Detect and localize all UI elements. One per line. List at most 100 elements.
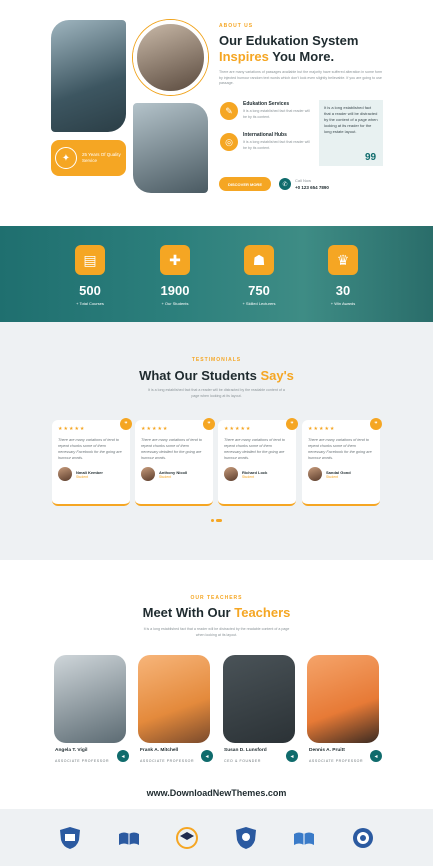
about-title-highlight: Inspires [219, 49, 269, 64]
quote-icon: ❞ [370, 418, 382, 430]
about-image-group-study [133, 20, 208, 95]
student-name: Richard Lock [242, 469, 268, 475]
discover-more-button[interactable]: DISCOVER MORE [219, 177, 271, 191]
teachers-tag: OUR TEACHERS [190, 595, 243, 601]
teacher-card[interactable] [305, 655, 381, 753]
teacher-name: Dennis A. Pruitt [309, 748, 345, 753]
graduation-icon: ✦ [55, 147, 77, 169]
quote-icon: ❞ [120, 418, 132, 430]
stat-lecturers: ☗ 750 + Skilled Lecturers [229, 245, 289, 306]
testimonials-tag: TESTIMONIALS [191, 357, 242, 363]
student-role: Student [76, 474, 89, 479]
book-icon: ✎ [220, 102, 238, 120]
about-title: Our Edukation System Inspires You More. [219, 33, 409, 65]
rating-stars: ★★★★★ [224, 426, 252, 432]
about-title-line2: Inspires You More. [219, 49, 409, 65]
quote-icon: ❞ [203, 418, 215, 430]
teacher-role: ASSOCIATE PROFESSOR [55, 759, 110, 763]
teacher-role: ASSOCIATE PROFESSOR [309, 759, 364, 763]
book-logo-icon [117, 826, 141, 850]
rating-stars: ★★★★★ [308, 426, 336, 432]
phone-icon[interactable]: ✆ [279, 178, 291, 190]
seal-logo-icon [351, 826, 375, 850]
testimonial-text: There are many variations of tend to rep… [58, 438, 122, 460]
share-icon[interactable]: ◂ [117, 750, 129, 762]
testimonial-card: ★★★★★ ❞ There are many variations of ten… [52, 418, 132, 506]
testimonials-subtitle: It is a long established fact that a rea… [148, 388, 285, 398]
stat-number: 1900 [160, 283, 190, 298]
share-icon[interactable]: ◂ [370, 750, 382, 762]
avatar [58, 467, 72, 481]
about-title-line1: Our Edukation System [219, 33, 359, 48]
student-name: Nmali Kember [76, 469, 103, 475]
testimonial-text: There are many variations of tend to rep… [141, 438, 202, 460]
lecturers-icon: ☗ [244, 245, 274, 275]
student-name: Sandal Gond [326, 469, 351, 475]
shield-logo-icon [58, 826, 82, 850]
call-label: Call Now [295, 178, 312, 183]
testimonial-card: ★★★★★ ❞ There are many variations of ten… [302, 418, 382, 506]
stat-courses: ▤ 500 + Total Courses [60, 245, 120, 306]
teacher-role: CEO & FOUNDER [224, 759, 261, 763]
testimonial-text: There are many variations of tend to rep… [224, 438, 285, 460]
about-image-students-laptop [133, 103, 208, 193]
teachers-subtitle: It is a long established fact that a rea… [143, 627, 290, 637]
experience-text: 25 Years Of Quality Service [82, 152, 121, 163]
graduation-logo-icon [175, 826, 199, 850]
student-role: Student [159, 474, 172, 479]
testimonials-title-text: What Our Students [139, 368, 261, 383]
stat-label: + Our Students [161, 301, 189, 306]
feature-title-2: International Hubs [243, 132, 287, 138]
testimonial-text: There are many variations of tend to rep… [308, 438, 372, 460]
quote-icon: ❞ [286, 418, 298, 430]
stat-awards: ♛ 30 + Win Awards [313, 245, 373, 306]
about-title-rest: You More. [268, 49, 335, 64]
teacher-card[interactable] [221, 655, 297, 753]
teacher-name: Susan D. Lunsford [224, 748, 267, 753]
stat-number: 750 [248, 283, 270, 298]
avatar [308, 467, 322, 481]
teacher-photo [54, 655, 126, 743]
stat-students: ✚ 1900 + Our Students [145, 245, 205, 306]
testimonial-card: ★★★★★ ❞ There are many variations of ten… [135, 418, 215, 506]
stat-label: + Win Awards [330, 301, 356, 306]
teacher-card[interactable] [136, 655, 212, 753]
stat-number: 500 [79, 283, 101, 298]
stat-label: + Total Courses [76, 301, 104, 306]
avatar [141, 467, 155, 481]
teacher-name: Frank A. Mitchell [140, 748, 179, 753]
globe-icon: ◎ [220, 133, 238, 151]
phone-number[interactable]: +0 123 654 7890 [295, 185, 329, 190]
book-logo-icon [292, 826, 316, 850]
share-icon[interactable]: ◂ [286, 750, 298, 762]
rating-stars: ★★★★★ [58, 426, 86, 432]
feature-desc-1: It is a long established fact that reade… [243, 109, 310, 119]
about-image-student-reading [51, 20, 126, 132]
stat-number: 30 [335, 283, 351, 298]
testimonials-title: What Our Students Say's [0, 368, 433, 384]
about-tag: ABOUT US [219, 23, 254, 29]
stat-label: + Skilled Lecturers [242, 301, 276, 306]
carousel-dot-active[interactable] [216, 519, 222, 522]
rating-stars: ★★★★★ [141, 426, 169, 432]
about-description: There are many variations of passages av… [219, 70, 383, 85]
share-icon[interactable]: ◂ [201, 750, 213, 762]
teacher-name: Angela T. Vigil [55, 748, 88, 753]
teachers-title: Meet With Our Teachers [0, 605, 433, 621]
testimonials-title-highlight: Say's [260, 368, 294, 383]
teacher-photo [138, 655, 210, 743]
quote-mark-icon: 99 [365, 152, 377, 163]
watermark: www.DownloadNewThemes.com [146, 788, 287, 798]
about-quote-text: It is a long established fact that a rea… [324, 105, 378, 134]
teachers-title-highlight: Teachers [234, 605, 291, 620]
students-icon: ✚ [160, 245, 190, 275]
teacher-card[interactable] [52, 655, 128, 753]
carousel-dots[interactable] [211, 519, 222, 522]
teacher-role: ASSOCIATE PROFESSOR [140, 759, 195, 763]
student-role: Student [242, 474, 255, 479]
courses-icon: ▤ [75, 245, 105, 275]
feature-title-1: Edukation Services [243, 101, 290, 107]
carousel-dot[interactable] [211, 519, 214, 522]
awards-icon: ♛ [328, 245, 358, 275]
avatar [224, 467, 238, 481]
